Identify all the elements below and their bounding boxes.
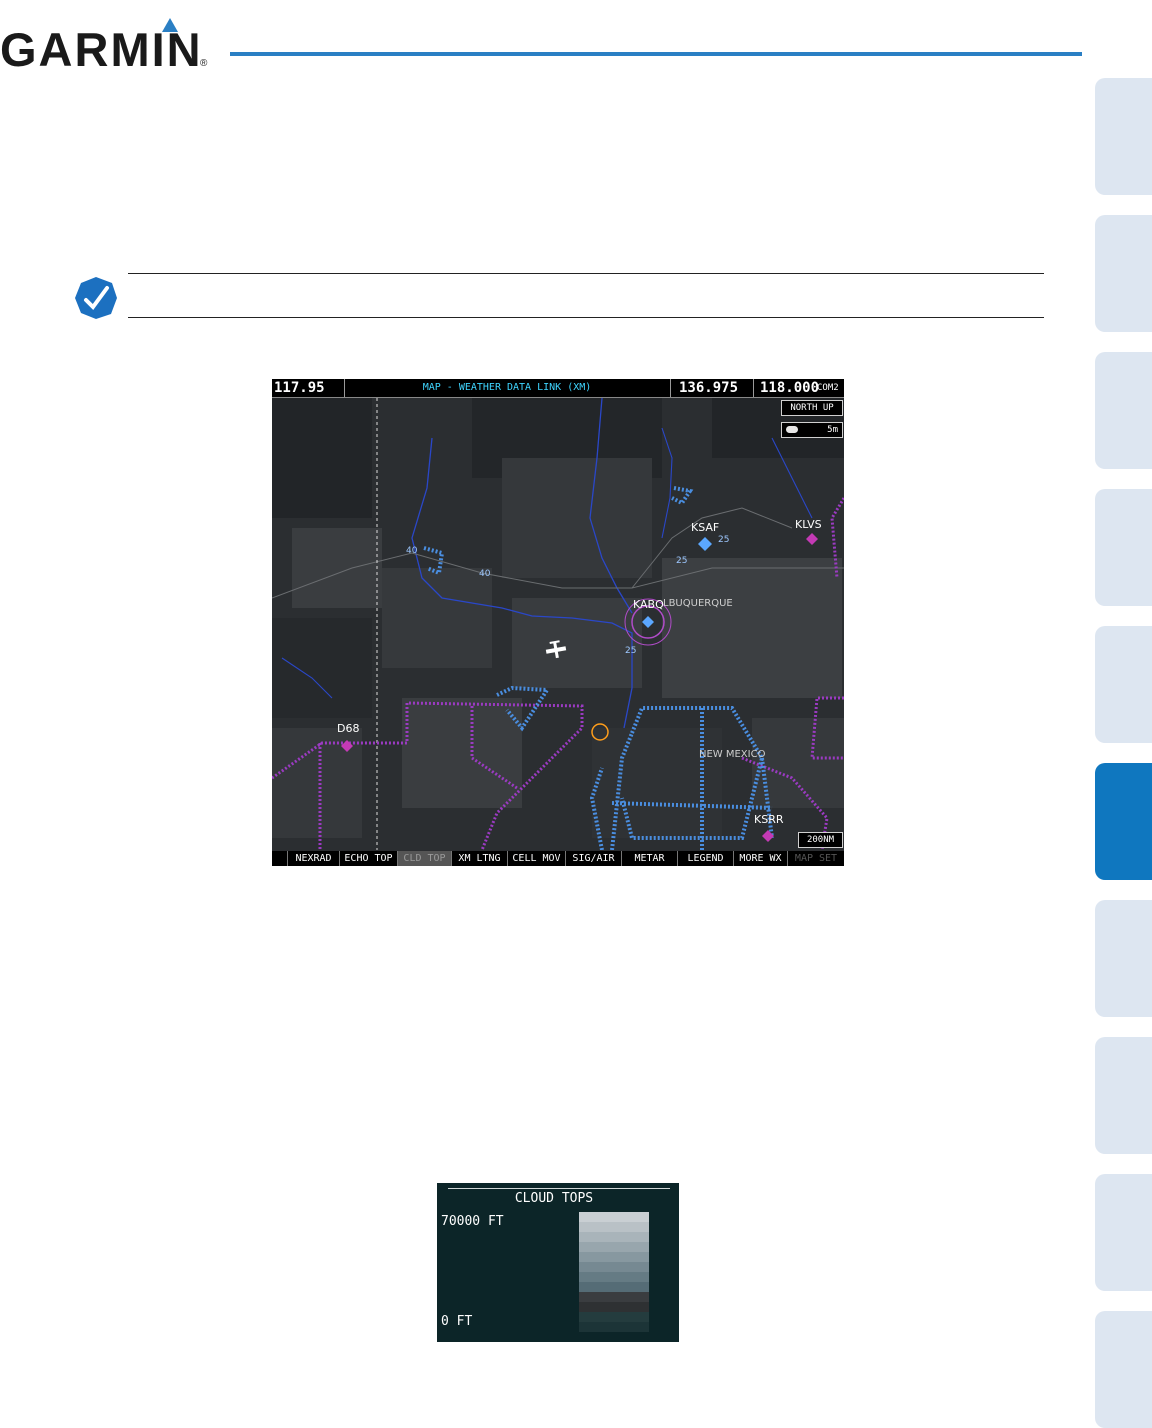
cloud-tops-scale-swatch bbox=[579, 1322, 649, 1332]
city-label-albuquerque: LBUQUERQUE bbox=[663, 598, 733, 609]
mfd-weather-map: 117.95 MAP - WEATHER DATA LINK (XM) 136.… bbox=[272, 379, 844, 866]
legend-bottom-label: 0 FT bbox=[441, 1314, 473, 1329]
note-top-rule bbox=[128, 273, 1044, 274]
section-tab[interactable] bbox=[1095, 900, 1152, 1017]
section-tab[interactable] bbox=[1095, 1037, 1152, 1154]
highway-shield-25: 25 bbox=[718, 535, 730, 545]
map-orientation-box[interactable]: NORTH UP bbox=[781, 400, 843, 416]
cloud-tops-legend: CLOUD TOPS 70000 FT 0 FT bbox=[437, 1183, 679, 1342]
page-title: MAP - WEATHER DATA LINK (XM) bbox=[422, 382, 592, 393]
airport-label-klvs: KLVS bbox=[795, 518, 822, 531]
section-tab[interactable] bbox=[1095, 626, 1152, 743]
brand-text: GARMIN bbox=[0, 23, 203, 68]
softkey-nexrad[interactable]: NEXRAD bbox=[288, 851, 340, 866]
nav-frequency: 117.95 bbox=[274, 380, 325, 396]
com-label: COM2 bbox=[817, 383, 839, 393]
section-tab[interactable] bbox=[1095, 352, 1152, 469]
softkey-cell-mov[interactable]: CELL MOV bbox=[508, 851, 566, 866]
note-pencil-icon bbox=[75, 277, 117, 319]
softkey-metar[interactable]: METAR bbox=[622, 851, 678, 866]
cloud-tops-scale-swatch bbox=[579, 1302, 649, 1312]
softkey-xm-ltng[interactable]: XM LTNG bbox=[452, 851, 508, 866]
highway-shield-25: 25 bbox=[676, 556, 688, 566]
weather-data-age-box: 5m bbox=[781, 422, 843, 438]
softkey-bar: NEXRAD ECHO TOP CLD TOP XM LTNG CELL MOV… bbox=[272, 851, 844, 866]
airport-label-kabq: KABQ bbox=[633, 598, 664, 611]
registered-mark: ® bbox=[200, 58, 208, 68]
cloud-tops-scale-swatch bbox=[579, 1292, 649, 1302]
state-label-new-mexico: NEW MEXICO bbox=[699, 749, 766, 760]
cloud-tops-color-scale bbox=[579, 1212, 649, 1332]
airport-label-ksrr: KSRR bbox=[754, 813, 784, 826]
cloud-tops-scale-swatch bbox=[579, 1242, 649, 1252]
airport-label-ksaf: KSAF bbox=[691, 521, 720, 534]
softkey-cld-top[interactable]: CLD TOP bbox=[398, 851, 452, 866]
softkey-blank[interactable] bbox=[272, 851, 288, 866]
cloud-tops-scale-swatch bbox=[579, 1272, 649, 1282]
cloud-data-icon bbox=[786, 426, 798, 433]
section-tab[interactable] bbox=[1095, 1174, 1152, 1291]
highway-shield-25: 25 bbox=[625, 646, 637, 656]
legend-top-label: 70000 FT bbox=[441, 1214, 504, 1229]
legend-top-rule bbox=[448, 1188, 670, 1189]
note-bottom-rule bbox=[128, 317, 1044, 318]
section-tab[interactable] bbox=[1095, 78, 1152, 195]
com-standby-frequency: 136.975 bbox=[679, 380, 739, 396]
cloud-tops-scale-swatch bbox=[579, 1282, 649, 1292]
airport-label-d68: D68 bbox=[337, 722, 360, 735]
cloud-tops-scale-swatch bbox=[579, 1312, 649, 1322]
header-rule bbox=[230, 52, 1082, 56]
softkey-echo-top[interactable]: ECHO TOP bbox=[340, 851, 398, 866]
highway-shield-40: 40 bbox=[406, 546, 418, 556]
data-age-value: 5m bbox=[827, 425, 838, 435]
com-active-frequency: 118.000 bbox=[760, 380, 820, 396]
section-tab[interactable] bbox=[1095, 489, 1152, 606]
cloud-tops-scale-swatch bbox=[579, 1232, 649, 1242]
softkey-map-set[interactable]: MAP SET bbox=[788, 851, 844, 866]
softkey-more-wx[interactable]: MORE WX bbox=[734, 851, 788, 866]
map-area[interactable]: 40 40 25 25 25 KSAF KLVS KABQ D68 KSRR L… bbox=[272, 397, 844, 851]
cloud-tops-scale-swatch bbox=[579, 1222, 649, 1232]
cloud-tops-scale-swatch bbox=[579, 1252, 649, 1262]
mfd-top-bar: 117.95 MAP - WEATHER DATA LINK (XM) 136.… bbox=[272, 379, 844, 398]
garmin-logo: GARMIN ® bbox=[0, 18, 208, 68]
section-tab[interactable] bbox=[1095, 215, 1152, 332]
softkey-legend[interactable]: LEGEND bbox=[678, 851, 734, 866]
section-tab[interactable] bbox=[1095, 1311, 1152, 1428]
highway-shield-40: 40 bbox=[479, 569, 491, 579]
map-range-box[interactable]: 200NM bbox=[798, 832, 843, 848]
legend-title: CLOUD TOPS bbox=[514, 1191, 594, 1206]
cloud-tops-scale-swatch bbox=[579, 1212, 649, 1222]
cloud-tops-scale-swatch bbox=[579, 1262, 649, 1272]
map-canvas bbox=[272, 397, 844, 851]
section-tab-active[interactable] bbox=[1095, 763, 1152, 880]
softkey-sig-air[interactable]: SIG/AIR bbox=[566, 851, 622, 866]
